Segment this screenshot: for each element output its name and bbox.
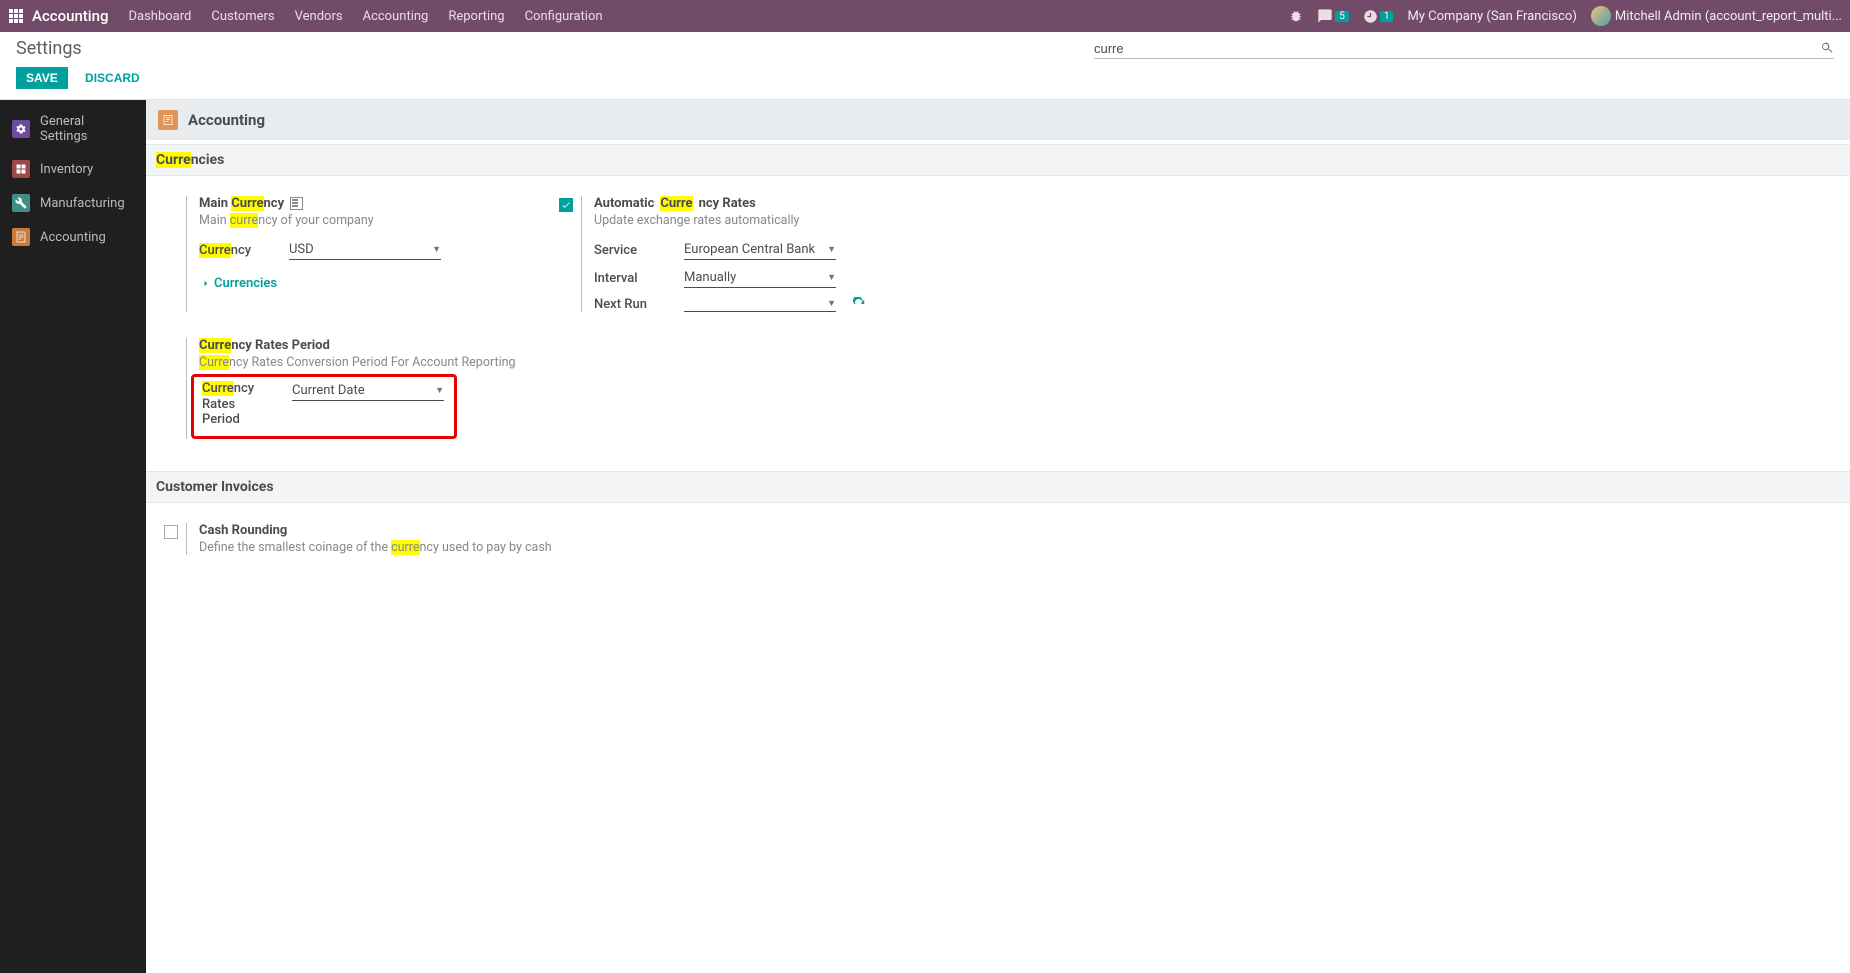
company-switcher[interactable]: My Company (San Francisco) [1407,9,1576,24]
apps-menu-icon[interactable] [8,8,24,24]
nextrun-input[interactable]: ▼ [684,296,836,312]
app-header: Accounting [146,100,1850,140]
boxes-icon [12,160,30,178]
sidebar-item-inventory[interactable]: Inventory [0,152,146,186]
user-menu[interactable]: Mitchell Admin (account_report_multi... [1591,6,1842,26]
setting-main-currency: Main Currency Main currency of your comp… [158,192,553,316]
nav-accounting[interactable]: Accounting [363,9,429,24]
service-label: Service [594,243,684,258]
currency-field-label: Currency [199,243,289,258]
top-navbar: Accounting Dashboard Customers Vendors A… [0,0,1850,32]
setting-auto-currency-rates: Automatic Currency Rates Update exchange… [553,192,983,316]
interval-select[interactable]: Manually ▼ [684,268,836,288]
ledger-icon [12,228,30,246]
page-title: Settings [16,38,82,59]
auto-rates-checkbox[interactable] [559,198,573,212]
chevron-down-icon: ▼ [827,244,836,255]
messages-icon[interactable]: 5 [1317,8,1349,24]
messages-badge: 5 [1335,11,1349,22]
control-panel: Settings SAVE DISCARD [0,32,1850,100]
rates-period-highlighted-field: CurrencyRates Period Current Date ▼ [191,374,457,439]
sidebar-item-manufacturing[interactable]: Manufacturing [0,186,146,220]
sidebar-label-accounting: Accounting [40,230,106,245]
chevron-down-icon: ▼ [827,272,836,283]
nextrun-label: Next Run [594,297,684,312]
nav-menu: Dashboard Customers Vendors Accounting R… [128,9,1289,24]
section-currencies: Currencies [146,144,1850,176]
activities-icon[interactable]: 1 [1363,9,1394,24]
nav-customers[interactable]: Customers [211,9,274,24]
wrench-icon [12,194,30,212]
chevron-down-icon: ▼ [435,385,444,396]
user-name: Mitchell Admin (account_report_multi... [1615,9,1842,24]
activities-badge: 1 [1380,11,1394,22]
chevron-down-icon: ▼ [827,298,836,309]
nav-dashboard[interactable]: Dashboard [128,9,191,24]
sidebar-label-manufacturing: Manufacturing [40,196,125,211]
rates-period-title: Currency Rates Period [199,338,553,353]
save-button[interactable]: SAVE [16,67,68,89]
service-select[interactable]: European Central Bank ▼ [684,240,836,260]
bug-icon[interactable] [1289,9,1303,23]
main-currency-desc: Main currency of your company [199,213,553,228]
sidebar-item-general[interactable]: General Settings [0,106,146,152]
cash-rounding-checkbox[interactable] [164,525,178,539]
company-icon [290,197,303,210]
sidebar-label-inventory: Inventory [40,162,93,177]
main-currency-title: Main Currency [199,196,553,211]
sidebar-item-accounting[interactable]: Accounting [0,220,146,254]
cash-rounding-desc: Define the smallest coinage of the curre… [199,540,553,555]
gear-icon [12,120,30,138]
avatar-icon [1591,6,1611,26]
interval-label: Interval [594,271,684,286]
nav-vendors[interactable]: Vendors [295,9,343,24]
rates-period-field-label: CurrencyRates Period [202,381,262,428]
currencies-link[interactable]: Currencies [199,276,277,291]
chevron-down-icon: ▼ [432,244,441,255]
section-customer-invoices: Customer Invoices [146,471,1850,503]
currency-select[interactable]: USD ▼ [289,240,441,260]
nav-configuration[interactable]: Configuration [525,9,603,24]
search-bar[interactable] [1094,39,1834,59]
accounting-app-icon [158,110,178,130]
auto-rates-desc: Update exchange rates automatically [594,213,983,228]
settings-content: Accounting Currencies Main Currency Main… [146,100,1850,973]
rates-period-desc: Currency Rates Conversion Period For Acc… [199,355,553,370]
rates-period-select[interactable]: Current Date ▼ [292,381,444,401]
search-icon[interactable] [1820,41,1834,55]
sidebar-label-general: General Settings [40,114,134,144]
refresh-icon[interactable] [852,297,866,311]
search-input[interactable] [1094,41,1820,56]
setting-currency-rates-period: Currency Rates Period Currency Rates Con… [158,334,553,443]
auto-rates-title: Automatic Currency Rates [594,196,983,211]
nav-reporting[interactable]: Reporting [448,9,504,24]
app-brand[interactable]: Accounting [32,7,108,25]
discard-button[interactable]: DISCARD [75,67,150,89]
settings-sidebar: General Settings Inventory Manufacturing… [0,100,146,973]
cash-rounding-title: Cash Rounding [199,523,553,538]
app-title: Accounting [188,111,265,129]
setting-cash-rounding: Cash Rounding Define the smallest coinag… [158,519,553,559]
